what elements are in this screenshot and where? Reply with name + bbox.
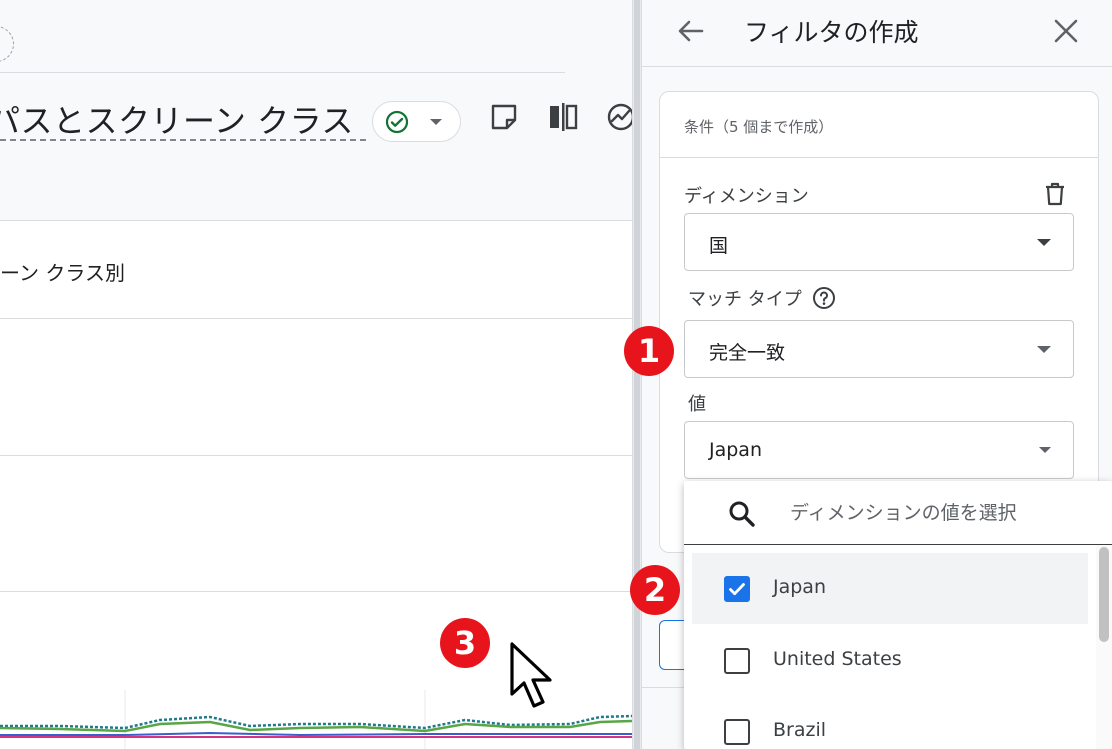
chevron-down-icon	[1037, 239, 1051, 246]
table-row-divider	[0, 318, 632, 319]
option-label: Japan	[773, 576, 826, 598]
match-type-select[interactable]: 完全一致	[684, 320, 1074, 378]
trash-icon[interactable]	[1042, 181, 1068, 207]
insights-icon[interactable]	[606, 102, 632, 132]
dimension-value: 国	[709, 235, 729, 257]
chart-series-line	[0, 731, 632, 737]
annotation-marker-2: 2	[630, 565, 680, 615]
table-row-divider	[0, 591, 632, 592]
value-dropdown-menu: Japan United States Brazil	[684, 481, 1112, 749]
scrollbar-thumb[interactable]	[634, 0, 640, 749]
back-arrow-icon[interactable]	[676, 16, 706, 46]
help-icon[interactable]	[812, 286, 836, 310]
annotation-marker-1: 1	[624, 326, 674, 376]
dropdown-option[interactable]: Japan	[692, 553, 1088, 624]
dropdown-option[interactable]: Brazil	[692, 696, 1088, 749]
dimension-select[interactable]: 国	[684, 213, 1074, 271]
divider	[0, 72, 565, 73]
option-label: Brazil	[773, 719, 827, 741]
table-row-divider	[0, 455, 632, 456]
compare-icon[interactable]	[548, 102, 578, 132]
scrollbar-thumb[interactable]	[1099, 547, 1109, 642]
report-title[interactable]: パスとスクリーン クラス	[0, 96, 354, 142]
dropdown-search	[684, 481, 1112, 545]
status-check-icon	[385, 110, 409, 134]
panel-header: フィルタの作成	[642, 0, 1112, 67]
report-area: パスとスクリーン クラス ーン クラス別 3	[0, 0, 632, 749]
dimension-value-search-input[interactable]	[790, 495, 1090, 531]
card-title: ーン クラス別	[0, 261, 125, 285]
option-label: United States	[773, 648, 902, 670]
match-type-label: マッチ タイプ	[688, 289, 802, 310]
dropdown-scrollbar[interactable]	[1096, 545, 1112, 749]
option-checkbox[interactable]	[724, 648, 750, 674]
option-checkbox[interactable]	[724, 719, 750, 745]
chevron-down-icon	[1039, 447, 1051, 453]
condition-card-header: 条件（5 個まで作成）	[660, 92, 1098, 158]
search-icon	[729, 501, 755, 527]
note-icon[interactable]	[489, 102, 519, 132]
value-label: 値	[688, 394, 706, 415]
annotation-marker-3: 3	[440, 618, 490, 668]
panel-title: フィルタの作成	[744, 18, 919, 47]
option-checkbox[interactable]	[724, 576, 750, 602]
conditions-label: 条件（5 個まで作成）	[684, 118, 834, 136]
check-icon	[729, 583, 745, 596]
chart-series-line	[0, 719, 632, 733]
cursor-icon	[510, 642, 552, 708]
match-type-value: 完全一致	[709, 342, 786, 364]
value-select[interactable]: Japan	[684, 421, 1074, 479]
chevron-down-icon	[1037, 346, 1051, 353]
chevron-down-icon	[430, 119, 442, 125]
dimension-label: ディメンション	[684, 186, 809, 207]
close-icon[interactable]	[1051, 16, 1081, 46]
status-dropdown[interactable]	[372, 101, 461, 142]
avatar-placeholder[interactable]	[0, 26, 14, 62]
value-field-value: Japan	[709, 439, 762, 461]
title-underline	[0, 139, 366, 141]
dropdown-option[interactable]: United States	[692, 625, 1088, 696]
